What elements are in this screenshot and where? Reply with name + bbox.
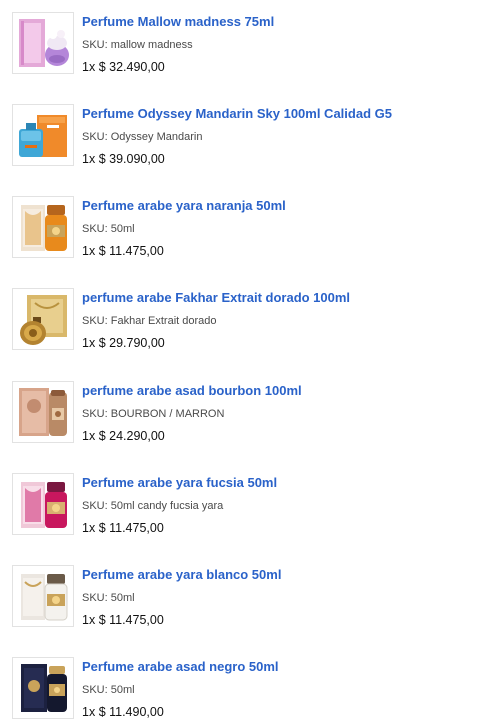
sku-value: BOURBON / MARRON	[110, 408, 225, 420]
sku-label: SKU:	[82, 408, 108, 420]
price-line: 1x $ 24.290,00	[82, 429, 472, 444]
price-line: 1x $ 11.490,00	[82, 705, 472, 720]
price-line: 1x $ 11.475,00	[82, 613, 472, 628]
quantity: 1x	[82, 60, 96, 74]
product-title-link[interactable]: Perfume arabe yara naranja 50ml	[82, 198, 472, 214]
sku-label: SKU:	[82, 223, 108, 235]
sku-line: SKU: mallow madness	[82, 39, 472, 52]
product-thumbnail[interactable]	[12, 104, 74, 166]
sku-value: 50ml candy fucsia yara	[110, 500, 224, 512]
product-info: Perfume Odyssey Mandarin Sky 100ml Calid…	[82, 104, 472, 167]
order-item: Perfume arabe yara fucsia 50ml SKU: 50ml…	[12, 473, 472, 537]
fuchsia-perfume-icon	[21, 482, 67, 528]
orange-arabic-perfume-icon	[21, 205, 67, 251]
quantity: 1x	[82, 244, 96, 258]
purple-perfume-box-icon	[19, 19, 69, 67]
price-line: 1x $ 11.475,00	[82, 244, 472, 259]
product-info: Perfume Mallow madness 75ml SKU: mallow …	[82, 12, 472, 75]
order-item: Perfume arabe asad negro 50ml SKU: 50ml …	[12, 657, 472, 721]
quantity: 1x	[82, 521, 96, 535]
orange-blue-perfume-icon	[19, 115, 67, 157]
black-gold-perfume-icon	[21, 664, 67, 712]
gold-round-perfume-icon	[20, 295, 67, 345]
sku-label: SKU:	[82, 500, 108, 512]
price: $ 11.475,00	[98, 244, 164, 258]
sku-line: SKU: Fakhar Extrait dorado	[82, 315, 472, 328]
product-title-link[interactable]: Perfume arabe yara blanco 50ml	[82, 567, 472, 583]
sku-line: SKU: 50ml	[82, 592, 472, 605]
product-info: Perfume arabe yara blanco 50ml SKU: 50ml…	[82, 565, 472, 628]
price: $ 39.090,00	[98, 152, 165, 166]
sku-line: SKU: 50ml candy fucsia yara	[82, 500, 472, 513]
product-title-link[interactable]: Perfume Odyssey Mandarin Sky 100ml Calid…	[82, 106, 472, 122]
brown-perfume-box-icon	[19, 388, 67, 436]
product-info: perfume arabe Fakhar Extrait dorado 100m…	[82, 288, 472, 351]
sku-value: mallow madness	[110, 39, 193, 51]
price: $ 11.475,00	[98, 613, 164, 627]
quantity: 1x	[82, 705, 96, 719]
order-item: perfume arabe Fakhar Extrait dorado 100m…	[12, 288, 472, 352]
price-line: 1x $ 39.090,00	[82, 152, 472, 167]
price: $ 29.790,00	[98, 336, 165, 350]
sku-label: SKU:	[82, 39, 108, 51]
sku-value: 50ml	[110, 592, 135, 604]
product-thumbnail[interactable]	[12, 657, 74, 719]
sku-label: SKU:	[82, 131, 108, 143]
sku-value: 50ml	[110, 684, 135, 696]
product-title-link[interactable]: Perfume Mallow madness 75ml	[82, 14, 472, 30]
quantity: 1x	[82, 152, 96, 166]
product-thumbnail[interactable]	[12, 12, 74, 74]
product-title-link[interactable]: Perfume arabe yara fucsia 50ml	[82, 475, 472, 491]
order-item: Perfume arabe yara naranja 50ml SKU: 50m…	[12, 196, 472, 260]
quantity: 1x	[82, 429, 96, 443]
order-item: Perfume Mallow madness 75ml SKU: mallow …	[12, 12, 472, 76]
product-info: Perfume arabe asad negro 50ml SKU: 50ml …	[82, 657, 472, 720]
product-info: Perfume arabe yara naranja 50ml SKU: 50m…	[82, 196, 472, 259]
sku-line: SKU: Odyssey Mandarin	[82, 131, 472, 144]
white-gold-perfume-icon	[21, 574, 68, 621]
product-thumbnail[interactable]	[12, 381, 74, 443]
sku-value: Fakhar Extrait dorado	[110, 315, 217, 327]
order-item: perfume arabe asad bourbon 100ml SKU: BO…	[12, 381, 472, 445]
price: $ 11.475,00	[98, 521, 164, 535]
product-title-link[interactable]: Perfume arabe asad negro 50ml	[82, 659, 472, 675]
product-thumbnail[interactable]	[12, 288, 74, 350]
product-title-link[interactable]: perfume arabe asad bourbon 100ml	[82, 383, 472, 399]
price: $ 11.490,00	[98, 705, 164, 719]
product-info: perfume arabe asad bourbon 100ml SKU: BO…	[82, 381, 472, 444]
order-item: Perfume Odyssey Mandarin Sky 100ml Calid…	[12, 104, 472, 168]
product-info: Perfume arabe yara fucsia 50ml SKU: 50ml…	[82, 473, 472, 536]
sku-label: SKU:	[82, 684, 108, 696]
quantity: 1x	[82, 336, 96, 350]
order-item: Perfume arabe yara blanco 50ml SKU: 50ml…	[12, 565, 472, 629]
price: $ 32.490,00	[98, 60, 165, 74]
product-title-link[interactable]: perfume arabe Fakhar Extrait dorado 100m…	[82, 290, 472, 306]
quantity: 1x	[82, 613, 96, 627]
sku-line: SKU: 50ml	[82, 223, 472, 236]
sku-value: 50ml	[110, 223, 135, 235]
sku-label: SKU:	[82, 592, 108, 604]
sku-line: SKU: 50ml	[82, 684, 472, 697]
sku-line: SKU: BOURBON / MARRON	[82, 408, 472, 421]
product-thumbnail[interactable]	[12, 473, 74, 535]
price-line: 1x $ 11.475,00	[82, 521, 472, 536]
sku-value: Odyssey Mandarin	[110, 131, 203, 143]
price: $ 24.290,00	[98, 429, 165, 443]
product-thumbnail[interactable]	[12, 565, 74, 627]
price-line: 1x $ 32.490,00	[82, 60, 472, 75]
product-thumbnail[interactable]	[12, 196, 74, 258]
price-line: 1x $ 29.790,00	[82, 336, 472, 351]
sku-label: SKU:	[82, 315, 108, 327]
